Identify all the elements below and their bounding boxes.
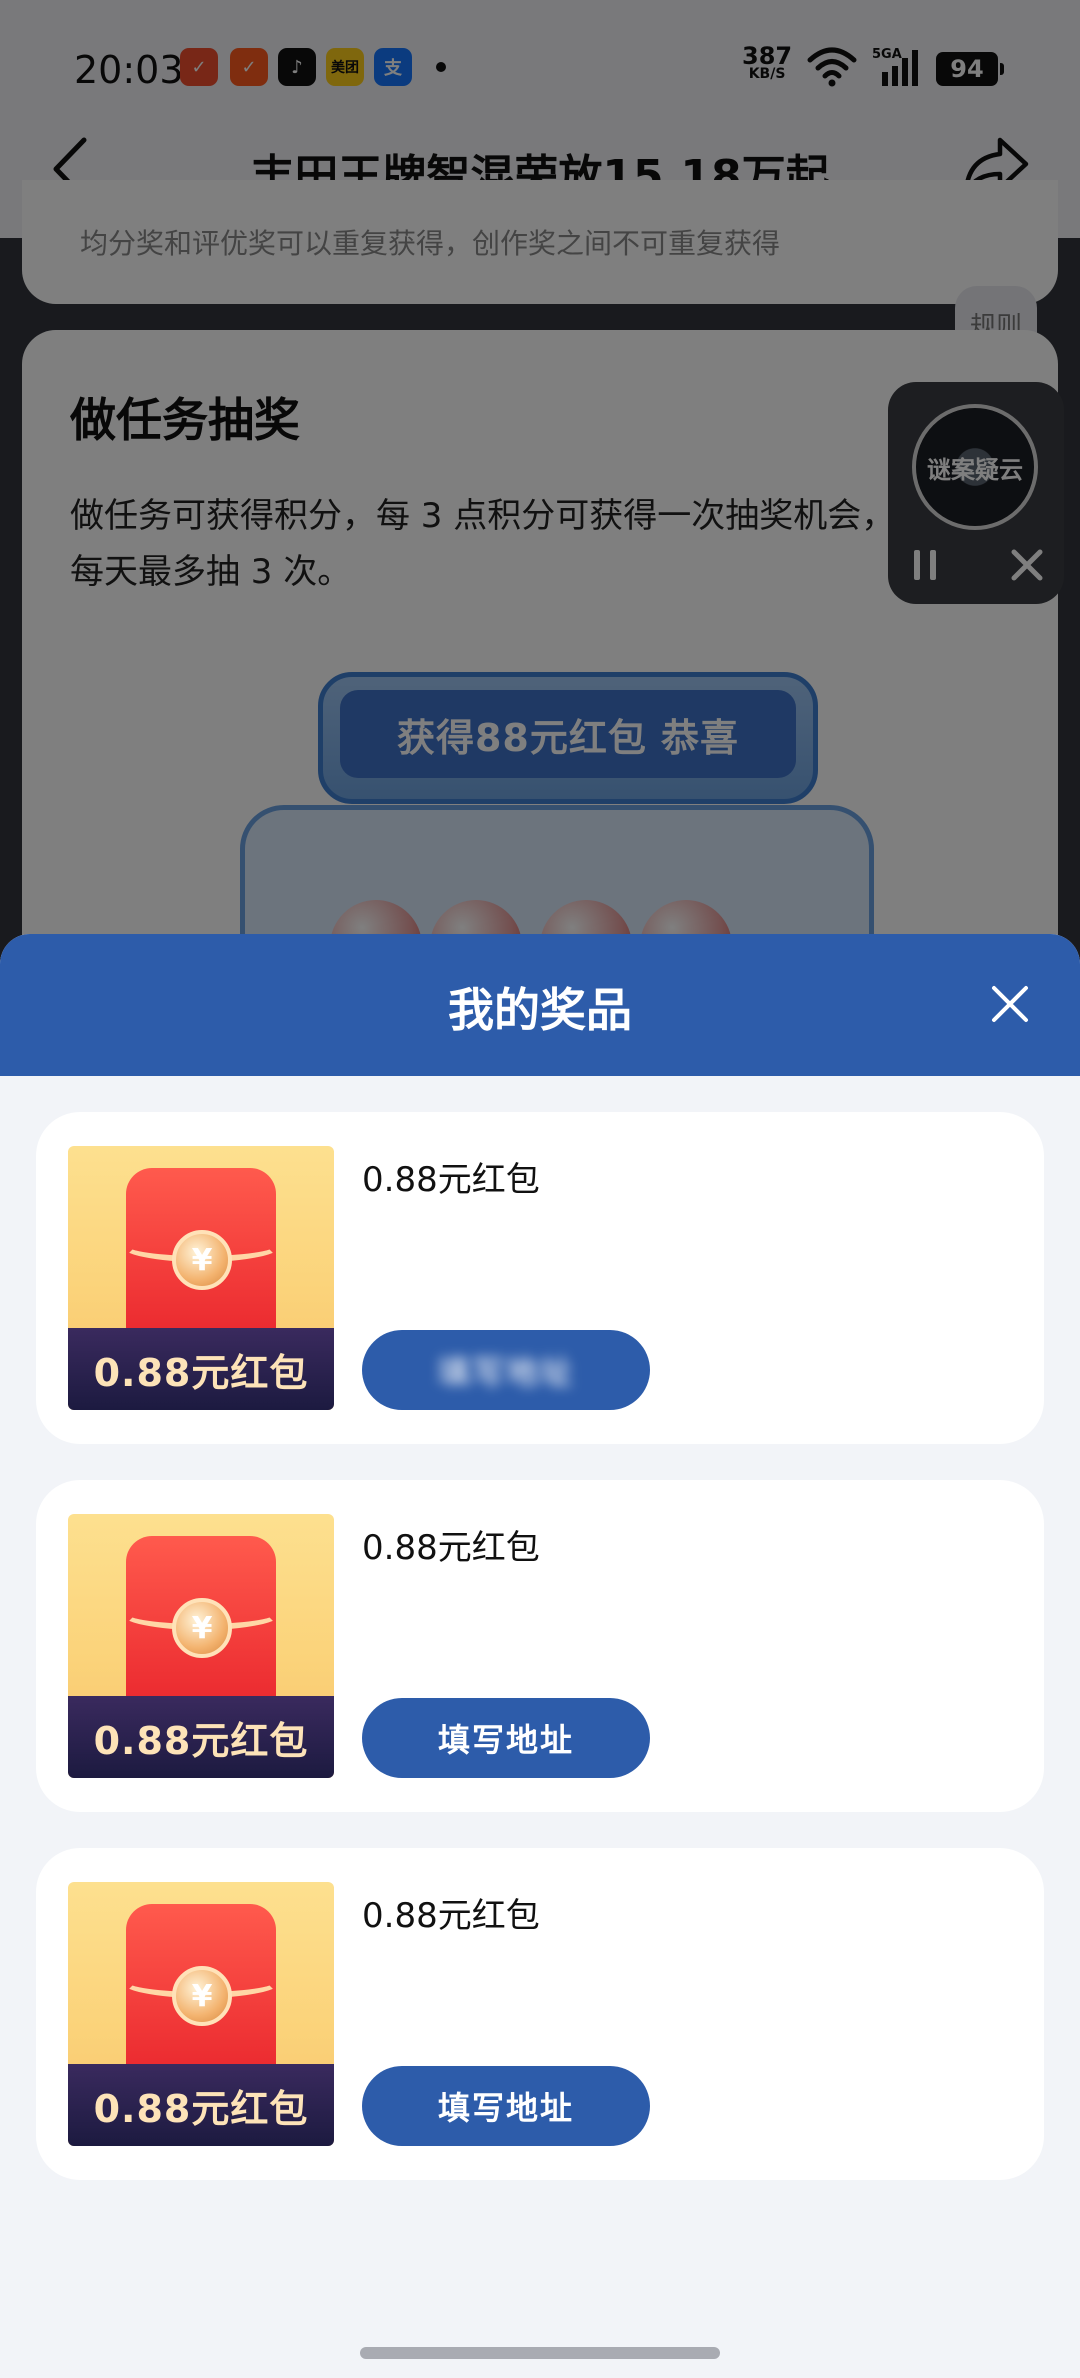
red-packet-image-label: 0.88元红包 (68, 2064, 334, 2146)
sheet-header: 我的奖品 (0, 934, 1080, 1076)
prize-card: ¥ 0.88元红包 0.88元红包 填写地址 (36, 1112, 1044, 1444)
home-indicator[interactable] (360, 2347, 720, 2359)
sheet-title: 我的奖品 (448, 983, 632, 1037)
prize-name: 0.88元红包 (362, 1896, 540, 1936)
prize-name: 0.88元红包 (362, 1528, 540, 1568)
fill-address-button[interactable]: 填写地址 (362, 2066, 650, 2146)
prize-name: 0.88元红包 (362, 1160, 540, 1200)
close-icon[interactable] (990, 984, 1030, 1024)
fill-address-button[interactable]: 填写地址 (362, 1698, 650, 1778)
prize-card: ¥ 0.88元红包 0.88元红包 填写地址 (36, 1480, 1044, 1812)
red-packet-image-label: 0.88元红包 (68, 1328, 334, 1410)
red-packet-image: ¥ 0.88元红包 (68, 1146, 334, 1410)
yuan-coin-icon: ¥ (172, 1966, 232, 2026)
red-packet-image: ¥ 0.88元红包 (68, 1882, 334, 2146)
red-packet-image-label: 0.88元红包 (68, 1696, 334, 1778)
fill-address-button[interactable]: 填写地址 (362, 1330, 650, 1410)
prizes-sheet: 我的奖品 ¥ 0.88元红包 0.88元红包 填写地址 ¥ 0.88元红包 0.… (0, 934, 1080, 2378)
red-packet-image: ¥ 0.88元红包 (68, 1514, 334, 1778)
yuan-coin-icon: ¥ (172, 1230, 232, 1290)
prize-card: ¥ 0.88元红包 0.88元红包 填写地址 (36, 1848, 1044, 2180)
yuan-coin-icon: ¥ (172, 1598, 232, 1658)
